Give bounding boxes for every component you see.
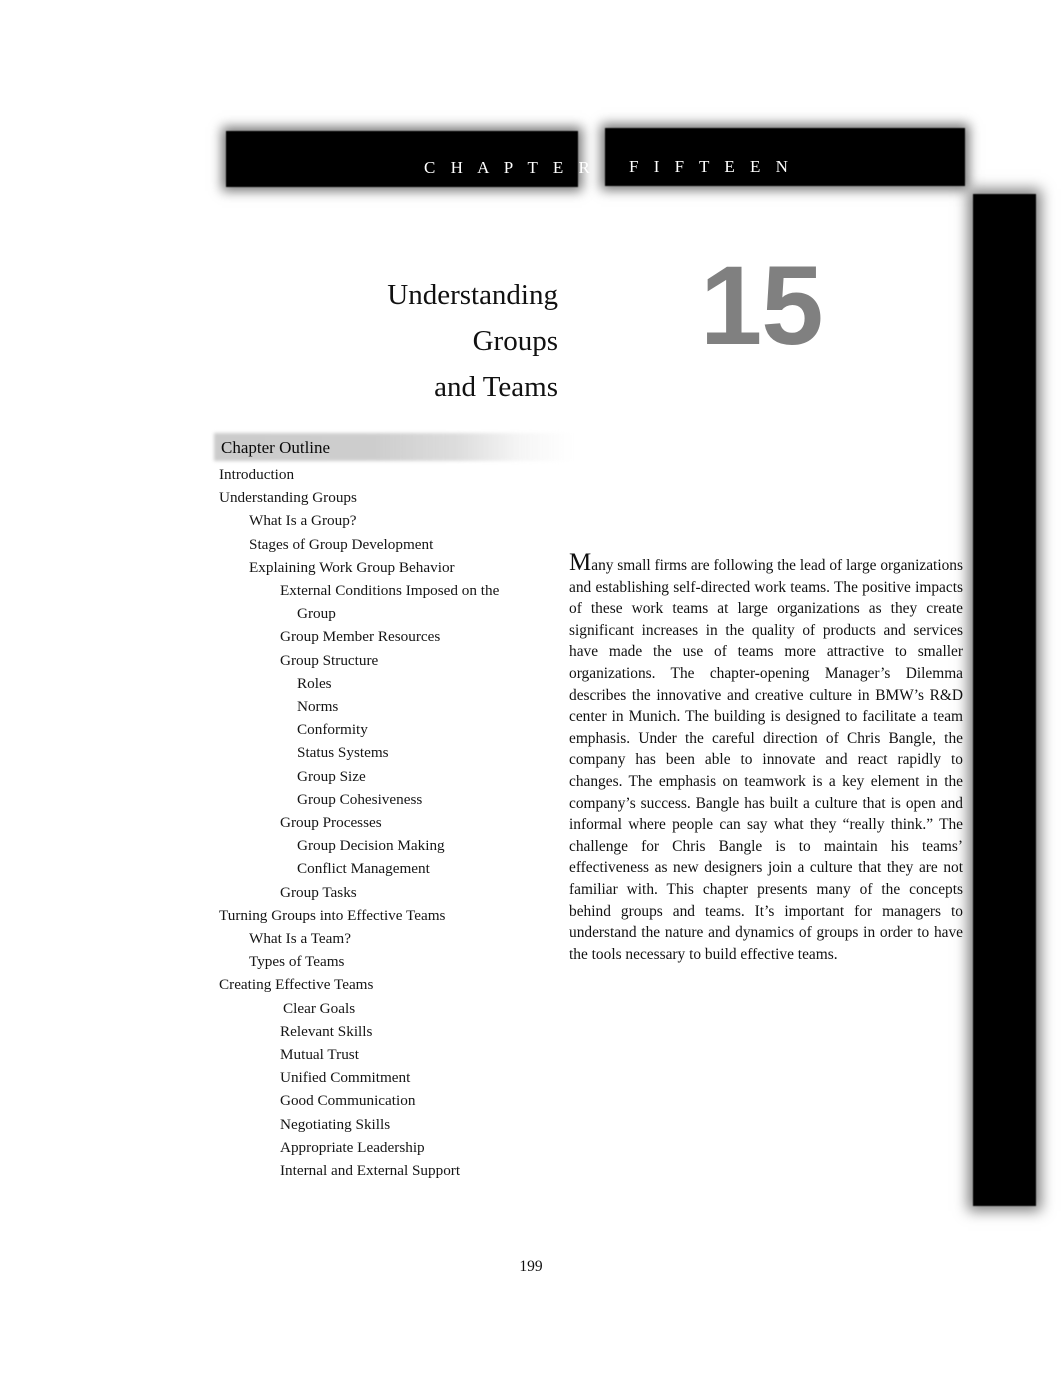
chapter-title: Understanding Groups and Teams <box>290 272 558 410</box>
outline-item: Clear Goals <box>283 999 356 1017</box>
intro-body-text: any small firms are following the lead o… <box>569 557 963 963</box>
outline-item: Relevant Skills <box>280 1022 373 1040</box>
chapter-title-line-2: Groups <box>472 325 558 357</box>
outline-item: Conflict Management <box>297 860 430 878</box>
outline-item: Mutual Trust <box>280 1046 359 1064</box>
outline-item: Group Size <box>297 767 366 785</box>
outline-item: Group Cohesiveness <box>297 790 423 808</box>
outline-item: Group Processes <box>280 814 382 832</box>
chapter-ordinal-label: F I F T E E N <box>629 157 794 176</box>
outline-item: Group Tasks <box>280 883 357 901</box>
outline-item: Roles <box>297 674 332 692</box>
outline-item: Good Communication <box>280 1092 416 1110</box>
outline-item-label: External Conditions Imposed on the <box>280 582 500 600</box>
outline-item: Conformity <box>297 721 368 739</box>
outline-item: Appropriate Leadership <box>280 1138 425 1156</box>
outline-item: Status Systems <box>297 744 389 762</box>
outline-item: Internal and External Support <box>280 1162 461 1180</box>
outline-item: External Conditions Imposed on the Group <box>280 579 564 625</box>
chapter-title-line-1: Understanding <box>387 279 558 311</box>
page-number: 199 <box>519 1258 543 1275</box>
outline-item: What Is a Team? <box>249 930 351 948</box>
outline-item: Negotiating Skills <box>280 1115 391 1133</box>
outline-item: Types of Teams <box>249 953 345 971</box>
outline-item: Introduction <box>219 466 295 483</box>
intro-paragraph: Many small firms are following the lead … <box>569 549 963 965</box>
outline-item: Stages of Group Development <box>249 535 434 553</box>
page-edge-bar <box>973 194 1036 1206</box>
outline-item: What Is a Group? <box>249 512 357 530</box>
outline-item: Explaining Work Group Behavior <box>249 558 455 576</box>
chapter-title-line-3: and Teams <box>434 371 558 403</box>
chapter-number: 15 <box>700 243 824 368</box>
outline-item: Group Member Resources <box>280 628 441 646</box>
outline-item: Group Decision Making <box>297 837 445 855</box>
outline-item: Norms <box>297 698 339 716</box>
outline-item: Unified Commitment <box>280 1069 411 1087</box>
outline-item: Understanding Groups <box>219 489 357 507</box>
intro-dropcap: M <box>569 549 592 576</box>
chapter-outline-list: Introduction Understanding Groups What Is … <box>219 463 564 1182</box>
outline-item: Turning Groups into Effective Teams <box>219 906 446 924</box>
chapter-word-label: C H A P T E R <box>424 158 596 177</box>
outline-heading: Chapter Outline <box>221 438 331 457</box>
outline-item-label-continuation: Group <box>297 605 336 623</box>
outline-item: Creating Effective Teams <box>219 976 374 994</box>
outline-item: Group Structure <box>280 651 379 669</box>
